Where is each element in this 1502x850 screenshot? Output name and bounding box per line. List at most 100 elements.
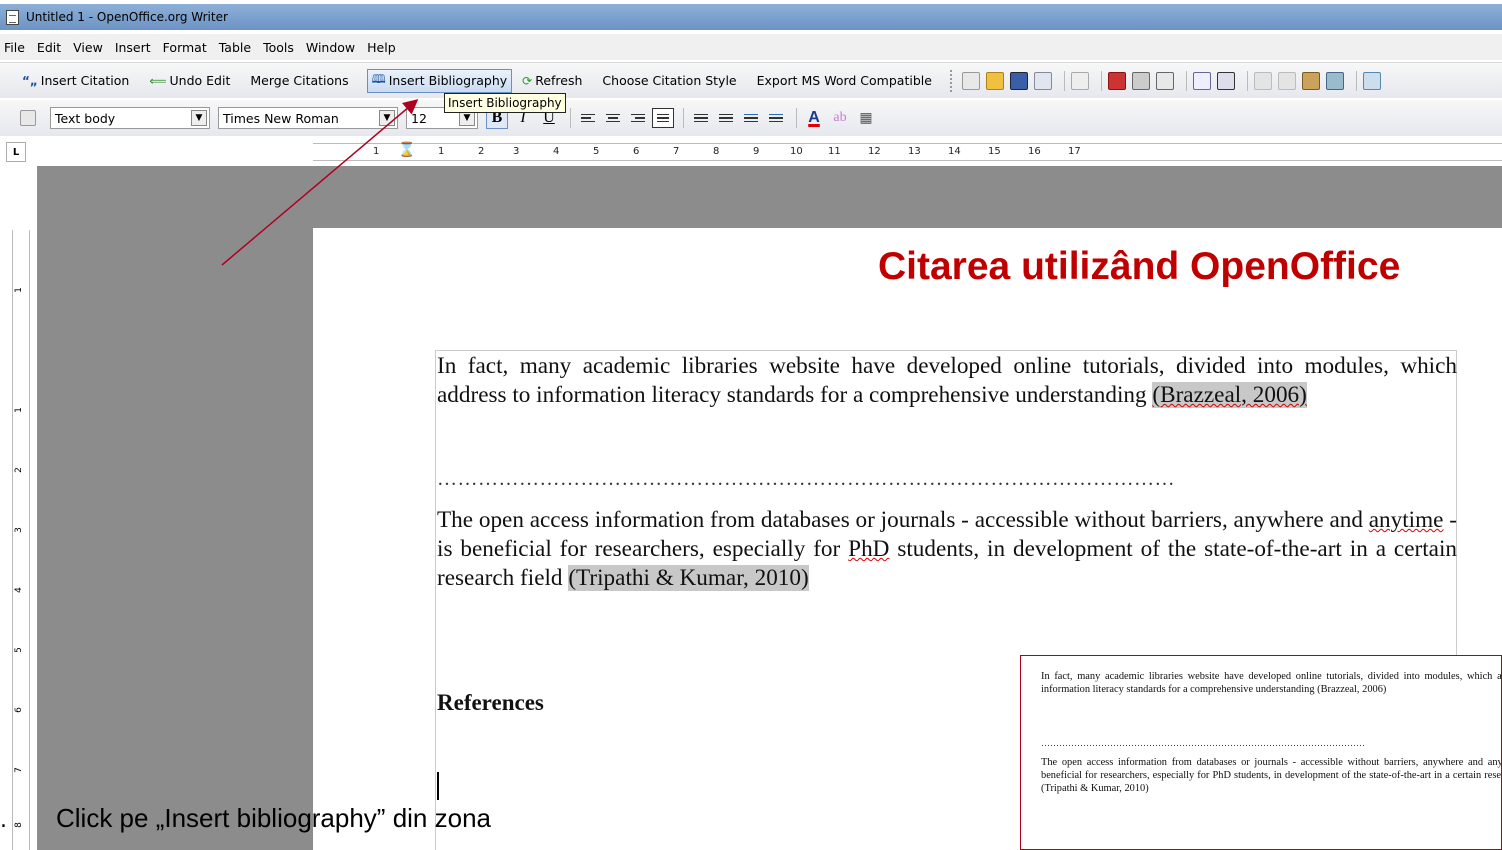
undo-edit-label: Undo Edit: [169, 73, 231, 88]
spellcheck-icon[interactable]: [1192, 71, 1211, 90]
background-color-icon[interactable]: ▦: [855, 107, 877, 129]
document-heading: Citarea utilizând OpenOffice: [878, 245, 1401, 288]
ruler-mark: 1: [13, 407, 24, 413]
tab-stop-selector[interactable]: L: [6, 142, 26, 162]
ruler-mark: 8: [713, 146, 720, 157]
align-right-button[interactable]: [627, 108, 649, 128]
citation-toolbar: “„ Insert Citation ⟸ Undo Edit Merge Cit…: [0, 62, 1502, 98]
menu-file[interactable]: File: [4, 40, 25, 55]
save-icon[interactable]: [1009, 71, 1028, 90]
dotted-separator: ………………………………………………………………………………………………: [437, 468, 1175, 490]
insert-citation-label: Insert Citation: [40, 73, 130, 88]
chevron-down-icon[interactable]: ▼: [379, 110, 395, 126]
export-ms-word-button[interactable]: Export MS Word Compatible: [755, 69, 934, 93]
toolbar-separator: [1185, 70, 1187, 91]
copy-icon[interactable]: [1277, 71, 1296, 90]
align-left-button[interactable]: [577, 108, 599, 128]
toolbar-separator: [796, 108, 797, 128]
print-preview-icon[interactable]: [1155, 71, 1174, 90]
ruler-mark: 7: [673, 146, 680, 157]
choose-citation-style-button[interactable]: Choose Citation Style: [600, 69, 738, 93]
insert-bibliography-tooltip: Insert Bibliography: [444, 93, 566, 113]
bullets-button[interactable]: [715, 108, 737, 128]
toolbar-separator: [1246, 70, 1248, 91]
highlight-icon[interactable]: ab: [829, 107, 851, 129]
ruler-mark: 5: [593, 146, 600, 157]
choose-style-label: Choose Citation Style: [602, 73, 737, 88]
paragraph-2-text: The open access information from databas…: [437, 507, 1369, 533]
cut-icon[interactable]: [1253, 71, 1272, 90]
undo-edit-button[interactable]: ⟸ Undo Edit: [147, 69, 232, 93]
insert-bibliography-button[interactable]: 🕮 Insert Bibliography: [366, 68, 513, 93]
toolbar-separator: [1100, 70, 1102, 91]
paragraph-style-select[interactable]: Text body ▼: [50, 107, 210, 129]
font-color-icon[interactable]: A: [803, 107, 825, 129]
autospellcheck-icon[interactable]: [1216, 71, 1235, 90]
menu-view[interactable]: View: [73, 40, 103, 55]
paragraph-style-value: Text body: [55, 110, 116, 126]
ruler-mark: 2: [13, 467, 24, 473]
paste-icon[interactable]: [1301, 71, 1320, 90]
inset-dotted-separator: ………………………………………………………………………………………………: [1041, 738, 1365, 748]
menu-window[interactable]: Window: [306, 40, 355, 55]
ruler-mark: 1: [373, 146, 380, 157]
undo-icon[interactable]: [1362, 71, 1381, 90]
export-pdf-icon[interactable]: [1107, 71, 1126, 90]
decrease-indent-button[interactable]: [740, 108, 762, 128]
chevron-down-icon[interactable]: ▼: [191, 110, 207, 126]
open-folder-icon[interactable]: [985, 71, 1004, 90]
citation-brazzeal[interactable]: (Brazzeal, 2006): [1152, 382, 1307, 408]
refresh-button[interactable]: ⟳ Refresh: [520, 69, 584, 93]
citation-tripathi[interactable]: (Tripathi & Kumar, 2010): [568, 565, 809, 591]
ruler-mark: 3: [13, 527, 24, 533]
ruler-mark: 1: [438, 146, 445, 157]
ruler-mark: 1: [13, 287, 24, 293]
inset-paragraph-2: The open access information from databas…: [1041, 757, 1502, 794]
justify-button[interactable]: [652, 108, 674, 128]
numbering-button[interactable]: [690, 108, 712, 128]
menu-tools[interactable]: Tools: [263, 40, 294, 55]
insert-bibliography-label: Insert Bibliography: [388, 73, 508, 88]
ruler-mark: 14: [948, 146, 961, 157]
quote-icon: “„: [22, 73, 38, 88]
toolbar-separator: [1063, 70, 1065, 91]
font-name-value: Times New Roman: [223, 110, 339, 126]
formatting-toolbar: Text body ▼ Times New Roman ▼ 12 ▼ B I U…: [0, 100, 1502, 136]
toolbar-separator: [570, 108, 571, 128]
paragraph-1[interactable]: In fact, many academic libraries website…: [437, 352, 1457, 410]
increase-indent-button[interactable]: [765, 108, 787, 128]
merge-citations-button[interactable]: Merge Citations: [248, 69, 350, 93]
refresh-label: Refresh: [535, 73, 583, 88]
print-icon[interactable]: [1131, 71, 1150, 90]
ruler-mark: 4: [553, 146, 560, 157]
edit-file-icon[interactable]: [1070, 71, 1089, 90]
font-name-select[interactable]: Times New Roman ▼: [218, 107, 398, 129]
styles-formatting-icon[interactable]: [20, 110, 36, 126]
insert-citation-button[interactable]: “„ Insert Citation: [20, 69, 131, 93]
menu-insert[interactable]: Insert: [115, 40, 151, 55]
refresh-icon: ⟳: [522, 73, 533, 88]
vertical-ruler[interactable]: 1 1 2 3 4 5 6 7 8: [12, 230, 30, 850]
menu-format[interactable]: Format: [163, 40, 207, 55]
ruler-mark: 6: [633, 146, 640, 157]
menu-help[interactable]: Help: [367, 40, 396, 55]
menu-table[interactable]: Table: [219, 40, 251, 55]
align-center-button[interactable]: [602, 108, 624, 128]
citation-brazzeal-text: (Brazzeal, 2006): [1152, 382, 1307, 408]
text-cursor: [437, 772, 439, 800]
email-icon[interactable]: [1033, 71, 1052, 90]
export-ms-word-label: Export MS Word Compatible: [756, 73, 932, 88]
horizontal-ruler[interactable]: 1 ⌛ 1 2 3 4 5 6 7 8 9 10 11 12 13 14 15 …: [313, 142, 1502, 161]
format-paintbrush-icon[interactable]: [1325, 71, 1344, 90]
ruler-mark: 8: [13, 822, 24, 828]
paragraph-2[interactable]: The open access information from databas…: [437, 506, 1457, 593]
references-heading: References: [437, 690, 544, 715]
toolbar-grip[interactable]: [949, 69, 954, 92]
ruler-mark: 17: [1068, 146, 1081, 157]
instruction-caption: Click pe „Insert bibliography” din zona: [56, 803, 491, 833]
menu-edit[interactable]: Edit: [37, 40, 61, 55]
new-document-icon[interactable]: [961, 71, 980, 90]
indent-marker-icon[interactable]: ⌛: [398, 142, 415, 158]
ruler-mark: 11: [828, 146, 841, 157]
ruler-mark: 7: [13, 767, 24, 773]
